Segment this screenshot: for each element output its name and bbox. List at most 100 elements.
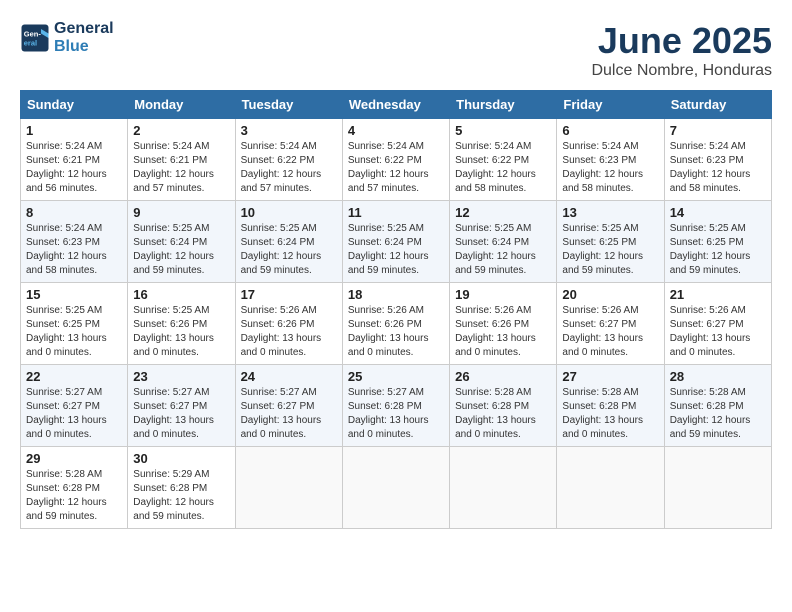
calendar-cell: 13 Sunrise: 5:25 AM Sunset: 6:25 PM Dayl…	[557, 201, 664, 283]
header-tuesday: Tuesday	[235, 91, 342, 119]
calendar-cell: 30 Sunrise: 5:29 AM Sunset: 6:28 PM Dayl…	[128, 447, 235, 529]
day-info: Sunrise: 5:29 AM Sunset: 6:28 PM Dayligh…	[133, 468, 229, 524]
day-info: Sunrise: 5:24 AM Sunset: 6:22 PM Dayligh…	[348, 140, 444, 196]
day-info: Sunrise: 5:28 AM Sunset: 6:28 PM Dayligh…	[455, 386, 551, 442]
header-wednesday: Wednesday	[342, 91, 449, 119]
day-info: Sunrise: 5:25 AM Sunset: 6:26 PM Dayligh…	[133, 304, 229, 360]
day-number: 20	[562, 287, 658, 302]
calendar-cell: 28 Sunrise: 5:28 AM Sunset: 6:28 PM Dayl…	[664, 365, 771, 447]
day-number: 22	[26, 369, 122, 384]
day-info: Sunrise: 5:27 AM Sunset: 6:27 PM Dayligh…	[26, 386, 122, 442]
day-info: Sunrise: 5:24 AM Sunset: 6:22 PM Dayligh…	[241, 140, 337, 196]
header-monday: Monday	[128, 91, 235, 119]
day-info: Sunrise: 5:25 AM Sunset: 6:24 PM Dayligh…	[241, 222, 337, 278]
header: Gen- eral General Blue June 2025 Dulce N…	[20, 20, 772, 80]
calendar-cell: 6 Sunrise: 5:24 AM Sunset: 6:23 PM Dayli…	[557, 119, 664, 201]
day-number: 27	[562, 369, 658, 384]
location-title: Dulce Nombre, Honduras	[591, 62, 772, 80]
calendar-cell: 3 Sunrise: 5:24 AM Sunset: 6:22 PM Dayli…	[235, 119, 342, 201]
day-number: 1	[26, 123, 122, 138]
day-number: 15	[26, 287, 122, 302]
day-info: Sunrise: 5:24 AM Sunset: 6:23 PM Dayligh…	[26, 222, 122, 278]
calendar-table: SundayMondayTuesdayWednesdayThursdayFrid…	[20, 90, 772, 529]
day-info: Sunrise: 5:25 AM Sunset: 6:24 PM Dayligh…	[348, 222, 444, 278]
day-info: Sunrise: 5:28 AM Sunset: 6:28 PM Dayligh…	[562, 386, 658, 442]
logo: Gen- eral General Blue	[20, 20, 114, 55]
day-number: 18	[348, 287, 444, 302]
day-info: Sunrise: 5:27 AM Sunset: 6:28 PM Dayligh…	[348, 386, 444, 442]
calendar-cell: 4 Sunrise: 5:24 AM Sunset: 6:22 PM Dayli…	[342, 119, 449, 201]
day-number: 14	[670, 205, 766, 220]
day-info: Sunrise: 5:26 AM Sunset: 6:26 PM Dayligh…	[455, 304, 551, 360]
day-info: Sunrise: 5:26 AM Sunset: 6:27 PM Dayligh…	[670, 304, 766, 360]
week-row-1: 1 Sunrise: 5:24 AM Sunset: 6:21 PM Dayli…	[21, 119, 772, 201]
calendar-cell: 9 Sunrise: 5:25 AM Sunset: 6:24 PM Dayli…	[128, 201, 235, 283]
week-row-5: 29 Sunrise: 5:28 AM Sunset: 6:28 PM Dayl…	[21, 447, 772, 529]
day-number: 29	[26, 451, 122, 466]
calendar-header-row: SundayMondayTuesdayWednesdayThursdayFrid…	[21, 91, 772, 119]
day-number: 26	[455, 369, 551, 384]
day-number: 25	[348, 369, 444, 384]
week-row-4: 22 Sunrise: 5:27 AM Sunset: 6:27 PM Dayl…	[21, 365, 772, 447]
title-area: June 2025 Dulce Nombre, Honduras	[591, 20, 772, 80]
calendar-cell: 2 Sunrise: 5:24 AM Sunset: 6:21 PM Dayli…	[128, 119, 235, 201]
calendar-cell	[342, 447, 449, 529]
day-info: Sunrise: 5:26 AM Sunset: 6:27 PM Dayligh…	[562, 304, 658, 360]
header-thursday: Thursday	[450, 91, 557, 119]
day-info: Sunrise: 5:24 AM Sunset: 6:21 PM Dayligh…	[26, 140, 122, 196]
day-number: 8	[26, 205, 122, 220]
calendar-cell: 5 Sunrise: 5:24 AM Sunset: 6:22 PM Dayli…	[450, 119, 557, 201]
day-number: 23	[133, 369, 229, 384]
day-number: 19	[455, 287, 551, 302]
day-info: Sunrise: 5:25 AM Sunset: 6:24 PM Dayligh…	[455, 222, 551, 278]
day-number: 3	[241, 123, 337, 138]
calendar-cell: 25 Sunrise: 5:27 AM Sunset: 6:28 PM Dayl…	[342, 365, 449, 447]
day-info: Sunrise: 5:27 AM Sunset: 6:27 PM Dayligh…	[241, 386, 337, 442]
week-row-3: 15 Sunrise: 5:25 AM Sunset: 6:25 PM Dayl…	[21, 283, 772, 365]
day-info: Sunrise: 5:26 AM Sunset: 6:26 PM Dayligh…	[241, 304, 337, 360]
day-number: 17	[241, 287, 337, 302]
svg-text:eral: eral	[24, 38, 37, 47]
day-number: 7	[670, 123, 766, 138]
day-number: 13	[562, 205, 658, 220]
month-title: June 2025	[591, 20, 772, 62]
calendar-cell: 12 Sunrise: 5:25 AM Sunset: 6:24 PM Dayl…	[450, 201, 557, 283]
logo-text: General Blue	[54, 20, 114, 55]
calendar-cell: 18 Sunrise: 5:26 AM Sunset: 6:26 PM Dayl…	[342, 283, 449, 365]
day-number: 2	[133, 123, 229, 138]
calendar-cell: 11 Sunrise: 5:25 AM Sunset: 6:24 PM Dayl…	[342, 201, 449, 283]
day-number: 5	[455, 123, 551, 138]
day-number: 30	[133, 451, 229, 466]
day-number: 28	[670, 369, 766, 384]
calendar-cell	[557, 447, 664, 529]
day-number: 12	[455, 205, 551, 220]
header-friday: Friday	[557, 91, 664, 119]
calendar-cell: 27 Sunrise: 5:28 AM Sunset: 6:28 PM Dayl…	[557, 365, 664, 447]
day-number: 21	[670, 287, 766, 302]
day-info: Sunrise: 5:24 AM Sunset: 6:22 PM Dayligh…	[455, 140, 551, 196]
calendar-cell: 20 Sunrise: 5:26 AM Sunset: 6:27 PM Dayl…	[557, 283, 664, 365]
day-info: Sunrise: 5:24 AM Sunset: 6:21 PM Dayligh…	[133, 140, 229, 196]
day-info: Sunrise: 5:26 AM Sunset: 6:26 PM Dayligh…	[348, 304, 444, 360]
calendar-cell: 16 Sunrise: 5:25 AM Sunset: 6:26 PM Dayl…	[128, 283, 235, 365]
week-row-2: 8 Sunrise: 5:24 AM Sunset: 6:23 PM Dayli…	[21, 201, 772, 283]
calendar-cell: 22 Sunrise: 5:27 AM Sunset: 6:27 PM Dayl…	[21, 365, 128, 447]
calendar-cell: 29 Sunrise: 5:28 AM Sunset: 6:28 PM Dayl…	[21, 447, 128, 529]
calendar-cell: 8 Sunrise: 5:24 AM Sunset: 6:23 PM Dayli…	[21, 201, 128, 283]
day-number: 6	[562, 123, 658, 138]
calendar-cell	[235, 447, 342, 529]
calendar-cell: 19 Sunrise: 5:26 AM Sunset: 6:26 PM Dayl…	[450, 283, 557, 365]
day-info: Sunrise: 5:27 AM Sunset: 6:27 PM Dayligh…	[133, 386, 229, 442]
svg-text:Gen-: Gen-	[24, 29, 42, 38]
calendar-cell: 10 Sunrise: 5:25 AM Sunset: 6:24 PM Dayl…	[235, 201, 342, 283]
header-sunday: Sunday	[21, 91, 128, 119]
day-info: Sunrise: 5:25 AM Sunset: 6:24 PM Dayligh…	[133, 222, 229, 278]
calendar-cell: 21 Sunrise: 5:26 AM Sunset: 6:27 PM Dayl…	[664, 283, 771, 365]
calendar-cell: 26 Sunrise: 5:28 AM Sunset: 6:28 PM Dayl…	[450, 365, 557, 447]
day-number: 24	[241, 369, 337, 384]
day-number: 9	[133, 205, 229, 220]
logo-icon: Gen- eral	[20, 23, 50, 53]
header-saturday: Saturday	[664, 91, 771, 119]
day-number: 4	[348, 123, 444, 138]
calendar-cell	[450, 447, 557, 529]
